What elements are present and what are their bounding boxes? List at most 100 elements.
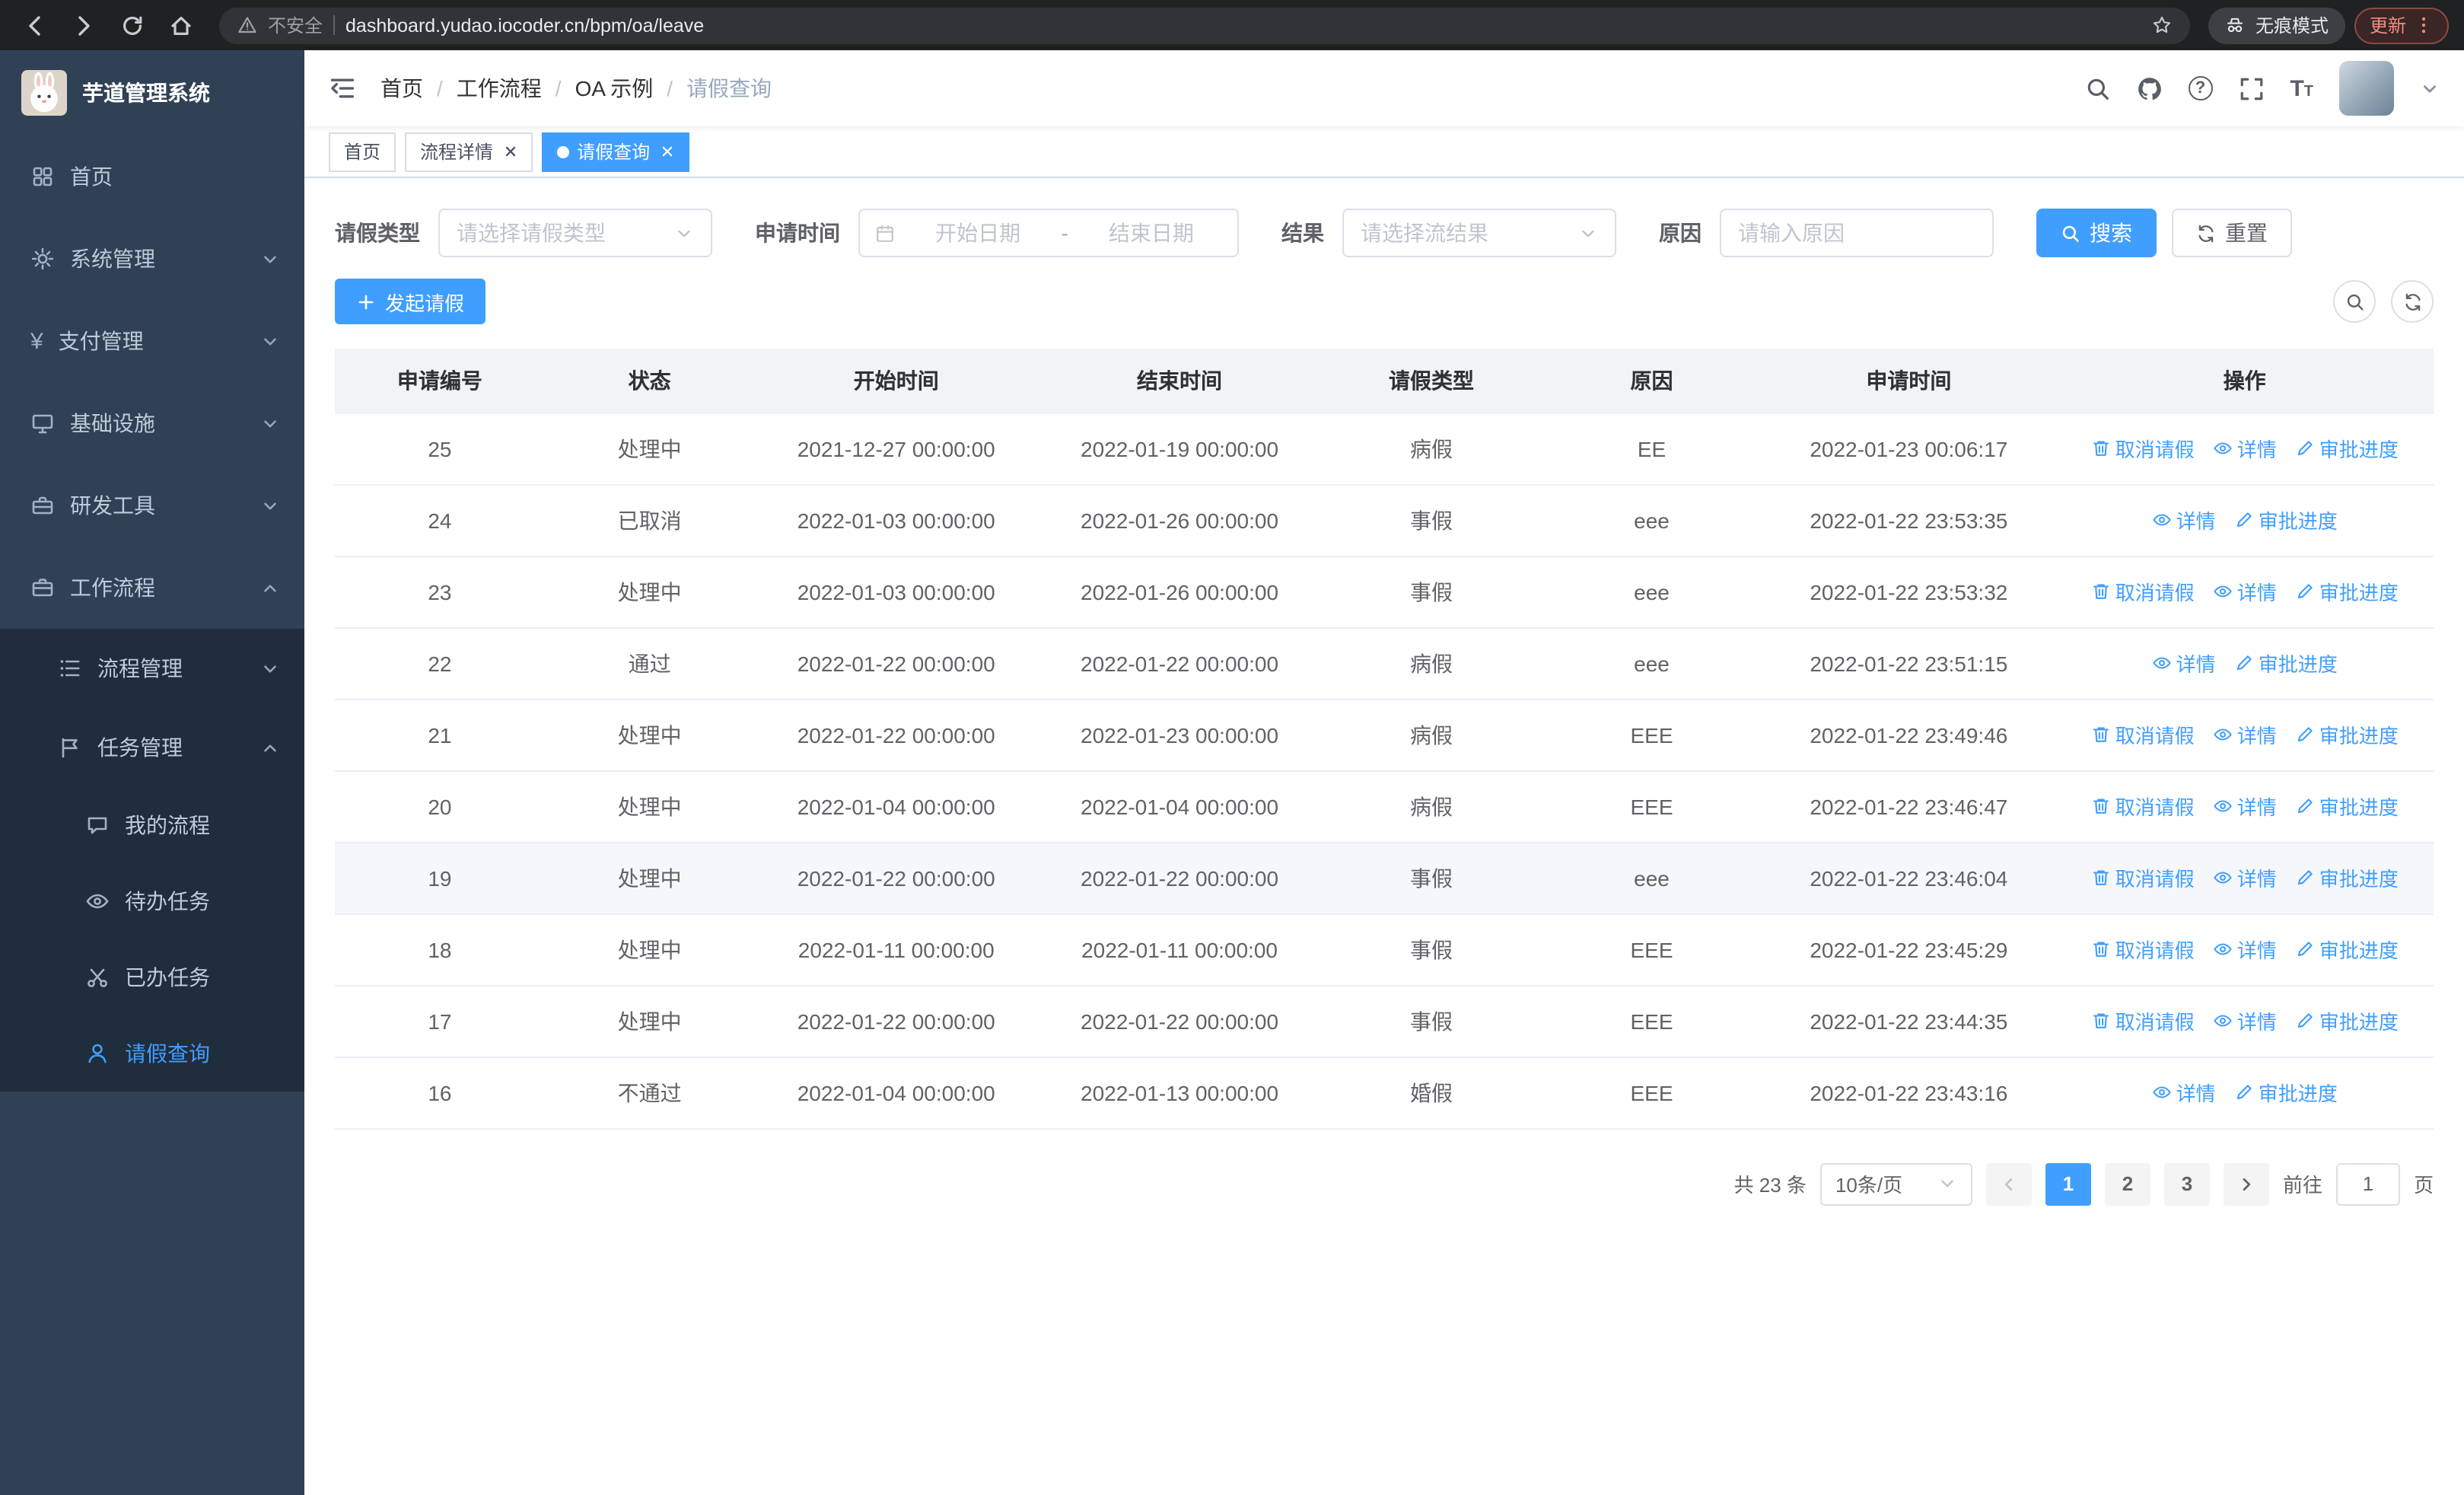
goto-page-input[interactable] [2335, 1162, 2400, 1205]
tab-home[interactable]: 首页 [329, 132, 396, 171]
reason-input[interactable] [1720, 209, 1994, 257]
table-cell: 2022-01-13 00:00:00 [1037, 1057, 1322, 1129]
approval-progress-link[interactable]: 审批进度 [2295, 863, 2399, 892]
detail-link[interactable]: 详情 [2152, 1078, 2216, 1107]
edit-icon [2236, 1085, 2252, 1100]
table-row[interactable]: 19 处理中 2022-01-22 00:00:00 2022-01-22 00:00… [335, 842, 2434, 914]
app-logo[interactable]: 芋道管理系统 [0, 50, 304, 135]
approval-progress-link[interactable]: 审批进度 [2295, 935, 2399, 964]
chevron-down-icon[interactable] [2420, 78, 2440, 98]
forward-button[interactable] [64, 5, 103, 45]
sidebar-item-todo-tasks[interactable]: 待办任务 [0, 863, 304, 939]
prev-page-button[interactable] [1985, 1162, 2032, 1205]
leave-type-select[interactable]: 请选择请假类型 [438, 209, 712, 257]
bookmark-star-button[interactable] [2152, 15, 2172, 35]
font-size-icon[interactable]: TT [2290, 77, 2313, 100]
table-row[interactable]: 18 处理中 2022-01-11 00:00:00 2022-01-11 00:00… [335, 913, 2434, 986]
apply-time-range-picker[interactable]: 开始日期 - 结束日期 [858, 209, 1239, 257]
result-select[interactable]: 请选择流结果 [1342, 209, 1616, 257]
approval-progress-link[interactable]: 审批进度 [2234, 505, 2338, 534]
table-row[interactable]: 16 不通过 2022-01-04 00:00:00 2022-01-13 00:00… [335, 1057, 2434, 1129]
table-row[interactable]: 21 处理中 2022-01-22 00:00:00 2022-01-23 00:00… [335, 699, 2434, 771]
cancel-leave-link[interactable]: 取消请假 [2091, 935, 2195, 964]
page-size-select[interactable]: 10条/页 [1819, 1162, 1972, 1205]
header-search-button[interactable] [2084, 75, 2110, 101]
page-button-2[interactable]: 2 [2104, 1162, 2150, 1205]
cancel-leave-link[interactable]: 取消请假 [2091, 434, 2195, 463]
reload-button[interactable] [113, 5, 152, 45]
sidebar-item-task-mgmt[interactable]: 任务管理 [0, 708, 304, 787]
reset-button[interactable]: 重置 [2172, 209, 2292, 257]
detail-link[interactable]: 详情 [2213, 792, 2277, 821]
sidebar-collapse-button[interactable] [329, 75, 356, 102]
approval-progress-link[interactable]: 审批进度 [2234, 1078, 2338, 1107]
approval-progress-link[interactable]: 审批进度 [2295, 577, 2399, 606]
refresh-table-button[interactable] [2391, 280, 2434, 323]
table-cell: 2022-01-22 23:43:16 [1762, 1057, 2056, 1129]
sidebar-item-label: 我的流程 [125, 813, 210, 837]
breadcrumb-item[interactable]: OA 示例 [575, 73, 654, 104]
table-row[interactable]: 25 处理中 2021-12-27 00:00:00 2022-01-19 00:00… [335, 413, 2434, 485]
approval-progress-link[interactable]: 审批进度 [2295, 720, 2399, 749]
scissors-icon [85, 965, 110, 990]
sidebar-item-infra[interactable]: 基础设施 [0, 382, 304, 464]
table-row[interactable]: 17 处理中 2022-01-22 00:00:00 2022-01-22 00:00… [335, 985, 2434, 1057]
view-icon [2213, 585, 2232, 598]
table-row[interactable]: 20 处理中 2022-01-04 00:00:00 2022-01-04 00:00… [335, 770, 2434, 843]
page-button-1[interactable]: 1 [2045, 1162, 2091, 1205]
approval-progress-link[interactable]: 审批进度 [2295, 792, 2399, 821]
table-row[interactable]: 24 已取消 2022-01-03 00:00:00 2022-01-26 00:00… [335, 484, 2434, 556]
close-tab-icon[interactable] [661, 145, 674, 158]
detail-link[interactable]: 详情 [2213, 577, 2277, 606]
tab-leave-query[interactable]: 请假查询 [542, 132, 690, 171]
table-row[interactable]: 22 通过 2022-01-22 00:00:00 2022-01-22 00:00:… [335, 627, 2434, 700]
table-row[interactable]: 23 处理中 2022-01-03 00:00:00 2022-01-26 00:00… [335, 556, 2434, 628]
breadcrumb-item[interactable]: 首页 [380, 73, 423, 104]
cancel-leave-link[interactable]: 取消请假 [2091, 720, 2195, 749]
detail-link[interactable]: 详情 [2213, 1006, 2277, 1035]
back-button[interactable] [15, 5, 55, 45]
sidebar-item-devtools[interactable]: 研发工具 [0, 464, 304, 547]
address-bar[interactable]: 不安全 dashboard.yudao.iocoder.cn/bpm/oa/le… [219, 7, 2190, 43]
github-link[interactable] [2136, 75, 2162, 101]
cancel-leave-link[interactable]: 取消请假 [2091, 863, 2195, 892]
toggle-search-button[interactable] [2333, 280, 2376, 323]
detail-link[interactable]: 详情 [2213, 434, 2277, 463]
row-actions: 详情 审批进度 [2055, 627, 2434, 700]
sidebar-item-payment[interactable]: ¥ 支付管理 [0, 300, 304, 382]
kebab-menu-icon[interactable] [2414, 15, 2434, 35]
detail-link[interactable]: 详情 [2152, 505, 2216, 534]
table-cell: eee [1541, 627, 1762, 700]
cancel-leave-link[interactable]: 取消请假 [2091, 577, 2195, 606]
create-leave-button[interactable]: 发起请假 [335, 279, 486, 324]
detail-link[interactable]: 详情 [2213, 863, 2277, 892]
page-button-3[interactable]: 3 [2163, 1162, 2210, 1205]
detail-link[interactable]: 详情 [2152, 649, 2216, 677]
search-button[interactable]: 搜索 [2036, 209, 2157, 257]
detail-link[interactable]: 详情 [2213, 935, 2277, 964]
approval-progress-link[interactable]: 审批进度 [2295, 434, 2399, 463]
sidebar-item-leave-query[interactable]: 请假查询 [0, 1015, 304, 1092]
cancel-leave-link[interactable]: 取消请假 [2091, 792, 2195, 821]
sidebar-item-system[interactable]: 系统管理 [0, 218, 304, 300]
tab-process-detail[interactable]: 流程详情 [405, 132, 533, 171]
help-icon[interactable]: ? [2188, 76, 2213, 100]
next-page-button[interactable] [2223, 1162, 2269, 1205]
sidebar-item-done-tasks[interactable]: 已办任务 [0, 939, 304, 1015]
user-avatar[interactable] [2339, 61, 2394, 116]
sidebar-item-workflow[interactable]: 工作流程 [0, 547, 304, 629]
detail-link-label: 详情 [2236, 868, 2277, 891]
breadcrumb-item[interactable]: 工作流程 [457, 73, 542, 104]
table-cell: 19 [335, 842, 545, 914]
approval-progress-link[interactable]: 审批进度 [2295, 1006, 2399, 1035]
close-tab-icon[interactable] [504, 145, 517, 158]
detail-link[interactable]: 详情 [2213, 720, 2277, 749]
browser-update-button[interactable]: 更新 [2354, 7, 2449, 43]
cancel-leave-link[interactable]: 取消请假 [2091, 1006, 2195, 1035]
sidebar-item-home[interactable]: 首页 [0, 135, 304, 218]
sidebar-item-process-mgmt[interactable]: 流程管理 [0, 629, 304, 708]
sidebar-item-my-process[interactable]: 我的流程 [0, 787, 304, 863]
approval-progress-link[interactable]: 审批进度 [2234, 649, 2338, 677]
home-button[interactable] [161, 5, 201, 45]
fullscreen-button[interactable] [2238, 75, 2264, 101]
